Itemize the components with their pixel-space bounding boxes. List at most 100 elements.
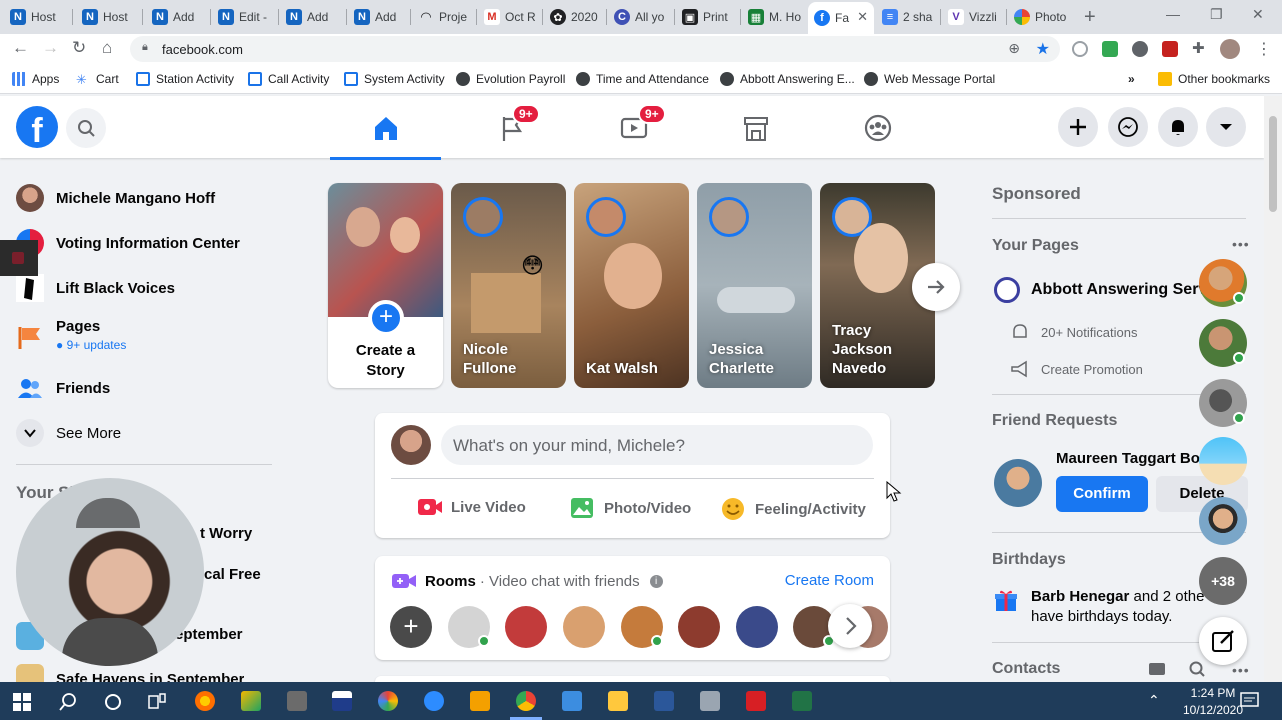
app-icon[interactable] [470, 691, 490, 711]
requester-avatar[interactable] [994, 459, 1042, 507]
info-icon[interactable]: i [649, 574, 663, 588]
confirm-button[interactable]: Confirm [1056, 476, 1148, 512]
browser-tab[interactable]: ≡ 2 sha [876, 4, 940, 30]
app-icon[interactable] [700, 691, 720, 711]
extension-icon[interactable] [1072, 41, 1088, 57]
sidebar-item-pages[interactable]: Pages ● 9+ updates [16, 318, 126, 362]
browser-tab[interactable]: Photo [1008, 4, 1078, 30]
recording-widget[interactable] [0, 240, 38, 276]
chat-head-avatar[interactable] [1199, 497, 1247, 545]
app-icon[interactable] [241, 691, 261, 711]
clock-time[interactable]: 1:24 PM [1178, 686, 1248, 700]
browser-tab[interactable]: V Vizzli [942, 4, 1006, 30]
browser-tab[interactable]: N Host [4, 4, 68, 30]
see-more-button[interactable]: See More [16, 415, 121, 451]
star-icon[interactable]: ★ [1036, 39, 1050, 59]
extension-icon[interactable] [1102, 41, 1118, 57]
story-card[interactable]: Kat Walsh [574, 183, 689, 388]
page-scrollbar[interactable] [1264, 96, 1282, 682]
facebook-logo[interactable]: f [16, 106, 58, 148]
more-bookmarks[interactable]: » [1128, 72, 1135, 86]
friend-avatar[interactable] [736, 606, 778, 648]
app-icon[interactable] [332, 691, 352, 711]
nav-home[interactable] [330, 108, 441, 160]
create-promotion-link[interactable]: Create Promotion [1010, 359, 1143, 379]
friend-avatar[interactable] [505, 606, 547, 648]
browser-tab[interactable]: M Oct R [478, 4, 540, 30]
feeling-activity-button[interactable]: Feeling/Activity [721, 497, 866, 521]
page-name[interactable]: Abbott Answering Servi [1031, 281, 1212, 299]
browser-tab[interactable]: ▣ Print [676, 4, 740, 30]
browser-tab[interactable]: N Edit - [212, 4, 278, 30]
bookmark-apps[interactable]: Apps [12, 72, 59, 86]
puzzle-icon[interactable]: ✚ [1192, 39, 1205, 57]
bookmark-cart[interactable]: ✳ Cart [76, 72, 119, 87]
sidebar-item-profile[interactable]: Michele Mangano Hoff [16, 180, 215, 216]
reload-icon[interactable]: ↻ [72, 38, 86, 58]
browser-tab[interactable]: ▦ M. Ho [742, 4, 806, 30]
search-icon[interactable] [58, 692, 78, 712]
rooms-next-button[interactable] [828, 604, 872, 648]
more-options-icon[interactable]: ••• [1232, 236, 1250, 252]
back-icon[interactable]: ← [12, 38, 29, 58]
task-view-icon[interactable] [147, 692, 167, 712]
messenger-button[interactable] [1108, 107, 1148, 147]
browser-tab[interactable]: ◠ Proje [412, 4, 476, 30]
acrobat-icon[interactable] [746, 691, 766, 711]
create-room-link[interactable]: Create Room [785, 572, 874, 589]
firefox-icon[interactable] [195, 691, 215, 711]
new-tab-button[interactable]: + [1084, 6, 1096, 29]
shortcut-item[interactable]: Safe Havens in September [56, 671, 244, 682]
nav-groups[interactable] [822, 108, 932, 148]
browser-tab[interactable]: N Add [146, 4, 208, 30]
address-bar[interactable]: 🔒︎ facebook.com ⊕ ★ [130, 36, 1060, 62]
bookmark-time-attendance[interactable]: Time and Attendance [576, 72, 709, 86]
photo-video-button[interactable]: Photo/Video [570, 497, 691, 519]
bookmark-evolution-payroll[interactable]: Evolution Payroll [456, 72, 565, 86]
home-icon[interactable]: ⌂ [102, 38, 112, 58]
new-room-icon[interactable] [1149, 663, 1165, 675]
add-room-avatar[interactable]: + [390, 606, 432, 648]
nav-watch[interactable]: 9+ [578, 104, 688, 148]
bookmark-web-message[interactable]: Web Message Portal [864, 72, 995, 86]
friend-avatar[interactable] [678, 606, 720, 648]
bookmark-system-activity[interactable]: System Activity [344, 72, 445, 86]
browser-tab-active[interactable]: f Fa ✕ [808, 2, 874, 34]
notification-center-icon[interactable] [1240, 692, 1260, 710]
sidebar-item-lift-black-voices[interactable]: Lift Black Voices [16, 270, 175, 306]
profile-avatar[interactable] [1220, 39, 1240, 59]
calculator-icon[interactable] [562, 691, 582, 711]
cortana-icon[interactable] [103, 692, 123, 712]
word-icon[interactable] [654, 691, 674, 711]
nav-pages[interactable]: 9+ [456, 104, 566, 148]
sidebar-item-friends[interactable]: Friends [16, 370, 110, 406]
page-notifications-link[interactable]: 20+ Notifications [1010, 322, 1137, 342]
camera-icon[interactable] [287, 691, 307, 711]
browser-tab[interactable]: N Add [348, 4, 410, 30]
browser-tab[interactable]: C All yo [608, 4, 672, 30]
search-button[interactable] [66, 108, 106, 148]
browser-tab[interactable]: N Host [76, 4, 140, 30]
menu-icon[interactable]: ⋮ [1256, 39, 1272, 59]
extension-icon[interactable] [1132, 41, 1148, 57]
shortcut-item[interactable]: cal Free [204, 566, 261, 583]
bookmark-station-activity[interactable]: Station Activity [136, 72, 234, 86]
stories-next-button[interactable] [912, 263, 960, 311]
bookmark-abbott[interactable]: Abbott Answering E... [720, 72, 855, 86]
forward-icon[interactable]: → [42, 38, 59, 58]
close-window-icon[interactable]: ✕ [1252, 6, 1264, 23]
nav-marketplace[interactable] [700, 108, 810, 148]
app-icon[interactable] [378, 691, 398, 711]
story-card[interactable]: Jessica Charlette [697, 183, 812, 388]
close-tab-icon[interactable]: ✕ [857, 9, 868, 25]
shortcut-item[interactable]: eptember [175, 626, 243, 643]
minimize-icon[interactable]: — [1166, 6, 1180, 22]
browser-tab[interactable]: ✿ 2020 [544, 4, 606, 30]
composer-input[interactable]: What's on your mind, Michele? [441, 425, 873, 465]
windows-start-icon[interactable] [13, 693, 31, 711]
sidebar-item-voting[interactable]: Voting Information Center [16, 225, 240, 261]
bookmark-call-activity[interactable]: Call Activity [248, 72, 329, 86]
chrome-icon[interactable] [516, 691, 536, 711]
account-menu-button[interactable] [1206, 107, 1246, 147]
clock-date[interactable]: 10/12/2020 [1178, 703, 1248, 717]
